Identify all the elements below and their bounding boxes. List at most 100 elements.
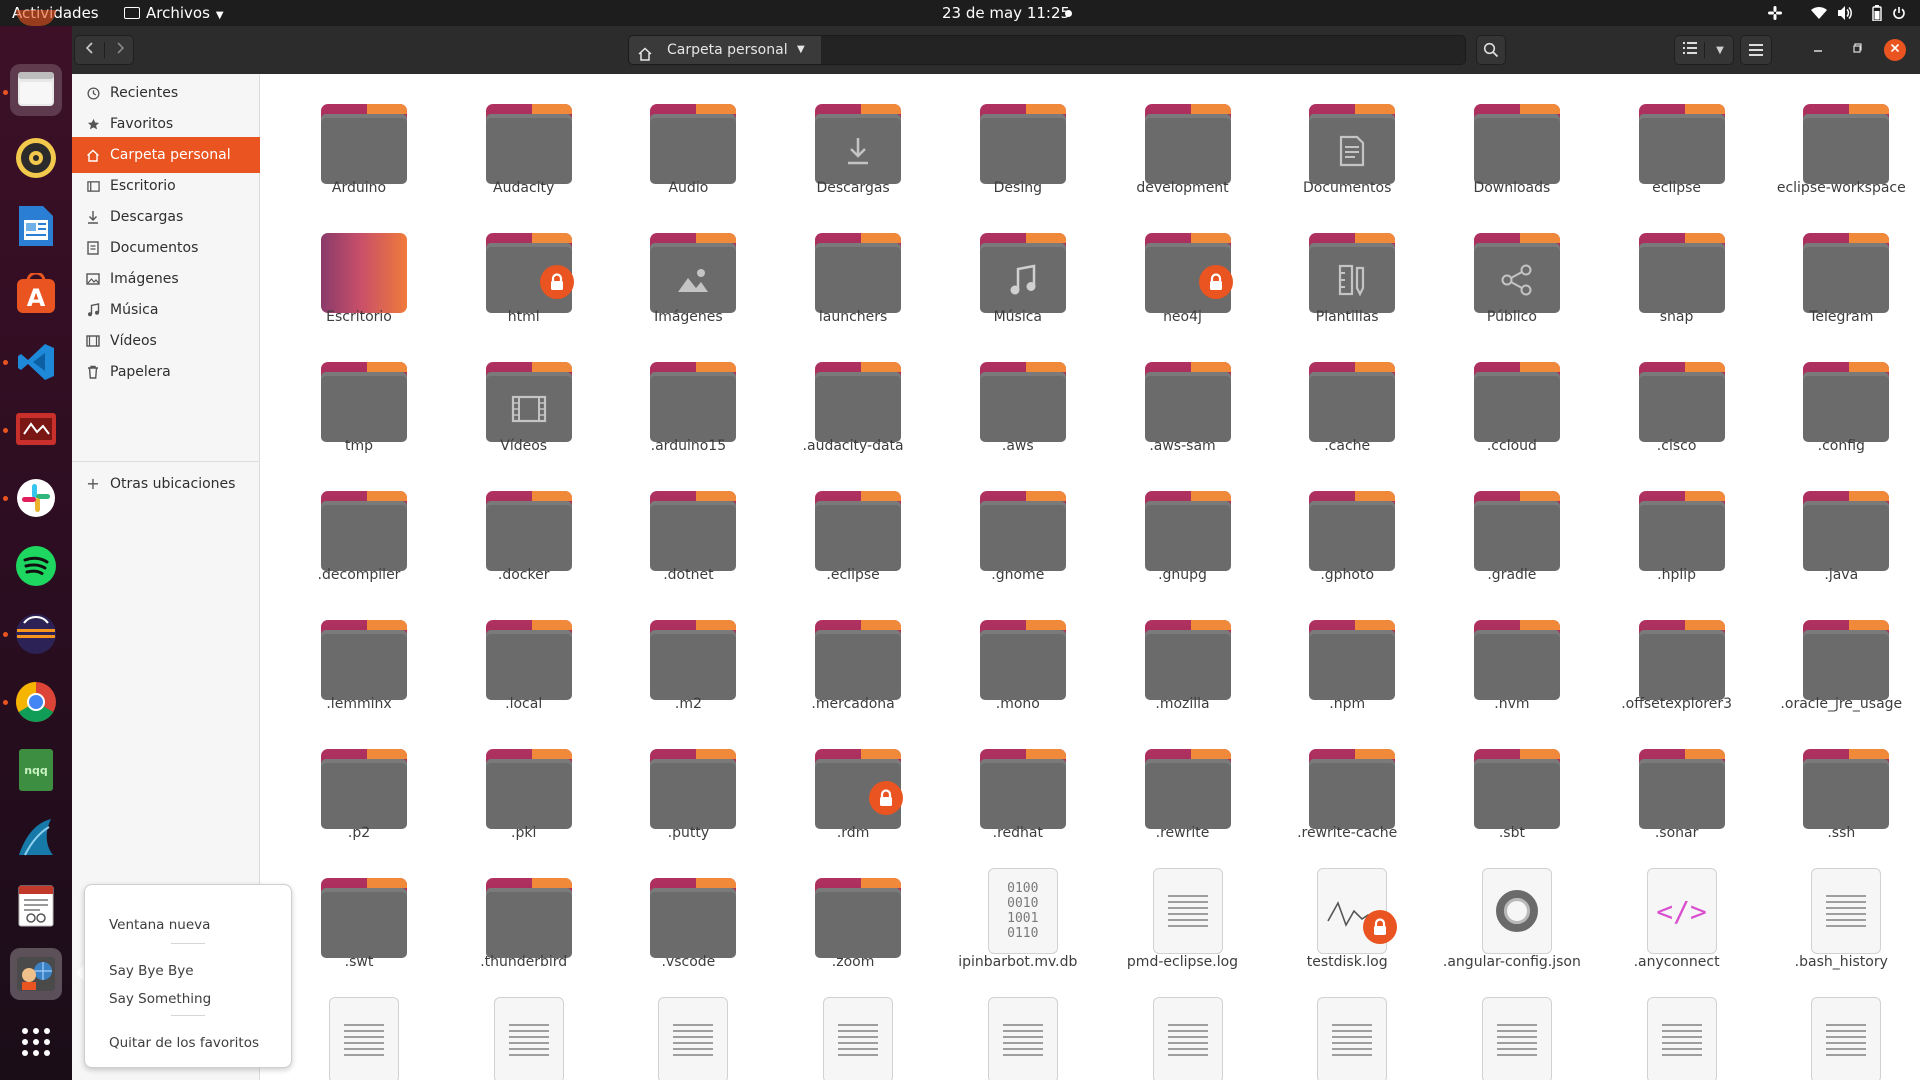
menu-item-say-bye[interactable]: Say Bye Bye (109, 963, 194, 979)
folder-item[interactable]: .docker (442, 471, 606, 589)
folder-item[interactable]: Desing (936, 84, 1100, 202)
folder-item[interactable]: tmp (277, 342, 441, 460)
view-options-button[interactable]: ▼ (1705, 45, 1735, 56)
folder-item[interactable]: eclipse (1595, 84, 1759, 202)
clock[interactable]: 23 de may 11:25 (942, 0, 1070, 26)
folder-item[interactable]: .npm (1265, 600, 1429, 718)
folder-item[interactable]: .rdm (771, 729, 935, 847)
file-item[interactable] (1430, 987, 1594, 1080)
folder-item[interactable]: Música (936, 213, 1100, 331)
minimize-button[interactable] (1808, 40, 1828, 60)
file-item[interactable] (277, 987, 441, 1080)
app-menu[interactable]: Archivos ▼ (124, 0, 224, 26)
file-item[interactable]: 0100 0010 1001 0110 ipinbarbot.mv.db (936, 858, 1100, 976)
folder-item[interactable]: .gnome (936, 471, 1100, 589)
maximize-button[interactable] (1848, 40, 1868, 60)
folder-item[interactable]: Audio (606, 84, 770, 202)
menu-item-remove-favorite[interactable]: Quitar de los favoritos (109, 1035, 259, 1051)
folder-item[interactable]: Vídeos (442, 342, 606, 460)
file-item[interactable] (442, 987, 606, 1080)
say-something-app-icon[interactable] (10, 948, 62, 1000)
folder-item[interactable]: Escritorio (277, 213, 441, 331)
folder-item[interactable]: .putty (606, 729, 770, 847)
nqq-icon[interactable]: nqq (10, 744, 62, 796)
file-item[interactable]: testdisk.log (1265, 858, 1429, 976)
file-item[interactable] (771, 987, 935, 1080)
folder-item[interactable]: launchers (771, 213, 935, 331)
folder-item[interactable]: .nvm (1430, 600, 1594, 718)
folder-item[interactable]: .rewrite-cache (1265, 729, 1429, 847)
back-button[interactable] (75, 42, 105, 58)
folder-item[interactable]: development (1101, 84, 1265, 202)
list-view-button[interactable] (1675, 42, 1705, 58)
folder-item[interactable]: snap (1595, 213, 1759, 331)
folder-item[interactable]: Imágenes (606, 213, 770, 331)
folder-item[interactable]: .java (1759, 471, 1920, 589)
file-item[interactable]: pmd-eclipse.log (1101, 858, 1265, 976)
menu-item-new-window[interactable]: Ventana nueva (109, 917, 210, 933)
sidebar-item-trash[interactable]: Papelera (72, 354, 260, 390)
folder-item[interactable]: .ssh (1759, 729, 1920, 847)
folder-item[interactable]: .swt (277, 858, 441, 976)
folder-item[interactable]: .config (1759, 342, 1920, 460)
folder-item[interactable]: .audacity-data (771, 342, 935, 460)
folder-item[interactable]: Plantillas (1265, 213, 1429, 331)
folder-item[interactable]: .gnupg (1101, 471, 1265, 589)
file-item[interactable] (1265, 987, 1429, 1080)
folder-item[interactable]: .eclipse (771, 471, 935, 589)
folder-item[interactable]: Documentos (1265, 84, 1429, 202)
file-item[interactable] (1595, 987, 1759, 1080)
location-breadcrumb[interactable]: Carpeta personal ▼ (629, 36, 821, 64)
files-app-icon[interactable] (10, 64, 62, 116)
folder-item[interactable]: .mono (936, 600, 1100, 718)
libreoffice-writer-icon[interactable] (10, 200, 62, 252)
folder-item[interactable]: .mercadona (771, 600, 935, 718)
location-bar[interactable]: Carpeta personal ▼ (628, 35, 1466, 65)
folder-item[interactable]: .cache (1265, 342, 1429, 460)
folder-item[interactable]: .pki (442, 729, 606, 847)
chrome-icon[interactable] (10, 676, 62, 728)
main-menu-button[interactable] (1740, 35, 1772, 65)
folder-item[interactable]: .hplip (1595, 471, 1759, 589)
remote-desktop-icon[interactable] (10, 404, 62, 456)
rhythmbox-icon[interactable] (10, 132, 62, 184)
folder-item[interactable]: .gphoto (1265, 471, 1429, 589)
slack-tray-icon[interactable] (1764, 0, 1786, 26)
file-item[interactable]: .bash_history (1759, 858, 1920, 976)
folder-item[interactable]: .m2 (606, 600, 770, 718)
folder-item[interactable]: .dotnet (606, 471, 770, 589)
folder-item[interactable]: Arduino (277, 84, 441, 202)
folder-item[interactable]: Audacity (442, 84, 606, 202)
file-item[interactable]: </> .anyconnect (1595, 858, 1759, 976)
file-item[interactable] (1759, 987, 1920, 1080)
folder-item[interactable]: Telegram (1759, 213, 1920, 331)
folder-item[interactable]: neo4j (1101, 213, 1265, 331)
vscode-icon[interactable] (10, 336, 62, 388)
forward-button[interactable] (105, 42, 135, 58)
folder-item[interactable]: .cisco (1595, 342, 1759, 460)
folder-item[interactable]: .mozilla (1101, 600, 1265, 718)
folder-item[interactable]: eclipse-workspace (1759, 84, 1920, 202)
volume-icon[interactable] (1834, 0, 1856, 26)
wireshark-icon[interactable] (10, 812, 62, 864)
folder-item[interactable]: .p2 (277, 729, 441, 847)
file-item[interactable]: .angular-config.json (1430, 858, 1594, 976)
folder-item[interactable]: .aws (936, 342, 1100, 460)
folder-item[interactable]: .zoom (771, 858, 935, 976)
folder-item[interactable]: .sbt (1430, 729, 1594, 847)
folder-item[interactable]: .rewrite (1101, 729, 1265, 847)
folder-item[interactable]: .offsetexplorer3 (1595, 600, 1759, 718)
folder-item[interactable]: .gradle (1430, 471, 1594, 589)
folder-item[interactable]: .local (442, 600, 606, 718)
eclipse-icon[interactable] (10, 608, 62, 660)
folder-item[interactable]: .thunderbird (442, 858, 606, 976)
battery-icon[interactable] (1866, 0, 1888, 26)
menu-item-say-something[interactable]: Say Something (109, 991, 211, 1007)
folder-item[interactable]: .arduino15 (606, 342, 770, 460)
slack-icon[interactable] (10, 472, 62, 524)
folder-item[interactable]: .sonar (1595, 729, 1759, 847)
folder-item[interactable]: Descargas (771, 84, 935, 202)
file-item[interactable] (936, 987, 1100, 1080)
software-center-icon[interactable]: A (10, 268, 62, 320)
wifi-icon[interactable] (1808, 0, 1830, 26)
